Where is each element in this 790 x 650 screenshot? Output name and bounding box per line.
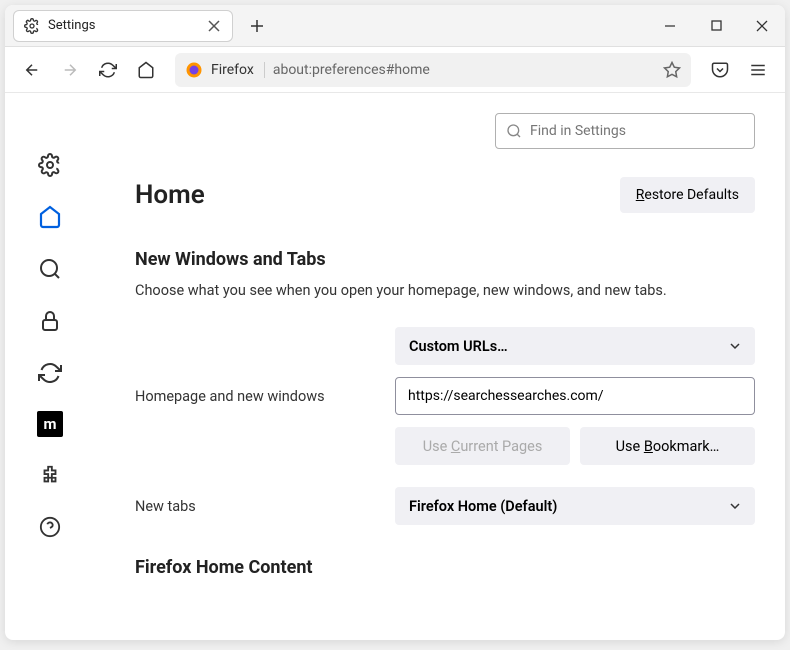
chevron-down-icon (729, 500, 741, 512)
newtabs-select[interactable]: Firefox Home (Default) (395, 487, 755, 525)
homepage-label: Homepage and new windows (135, 388, 395, 405)
urlbar-brand: Firefox (211, 62, 265, 78)
sidebar-home[interactable] (36, 203, 64, 231)
restore-defaults-button[interactable]: Restore Defaults (620, 177, 755, 213)
select-value: Firefox Home (Default) (409, 498, 557, 515)
section-desc: Choose what you see when you open your h… (135, 282, 755, 299)
homepage-url-input[interactable] (395, 377, 755, 415)
sidebar-privacy[interactable] (36, 307, 64, 335)
close-window-button[interactable] (739, 5, 785, 47)
sidebar-help[interactable] (36, 513, 64, 541)
search-icon (506, 123, 522, 139)
sidebar: m (5, 93, 95, 640)
tab-label: Settings (48, 18, 198, 33)
homepage-mode-select[interactable]: Custom URLs… (395, 327, 755, 365)
minimize-button[interactable] (647, 5, 693, 47)
urlbar-url: about:preferences#home (273, 62, 655, 78)
sidebar-search[interactable] (36, 255, 64, 283)
titlebar: Settings (5, 5, 785, 47)
use-current-pages-button: Use Current Pages (395, 427, 570, 465)
newtabs-label: New tabs (135, 498, 395, 515)
new-tab-button[interactable] (241, 10, 273, 42)
sidebar-general[interactable] (36, 151, 64, 179)
home-button[interactable] (129, 53, 163, 87)
gear-icon (24, 18, 40, 34)
sidebar-more[interactable]: m (37, 411, 63, 437)
main-content: Home Restore Defaults New Windows and Ta… (95, 93, 785, 640)
section-title-windows-tabs: New Windows and Tabs (135, 249, 755, 270)
url-bar[interactable]: Firefox about:preferences#home (175, 53, 691, 87)
sidebar-extensions[interactable] (36, 461, 64, 489)
search-input[interactable] (530, 123, 744, 139)
pocket-button[interactable] (703, 53, 737, 87)
sidebar-sync[interactable] (36, 359, 64, 387)
section-title-home-content: Firefox Home Content (135, 557, 755, 578)
back-button[interactable] (15, 53, 49, 87)
menu-button[interactable] (741, 53, 775, 87)
forward-button (53, 53, 87, 87)
browser-tab[interactable]: Settings (13, 10, 233, 42)
close-icon[interactable] (206, 18, 222, 34)
search-settings[interactable] (495, 113, 755, 149)
toolbar: Firefox about:preferences#home (5, 47, 785, 93)
page-title: Home (135, 180, 205, 210)
chevron-down-icon (729, 340, 741, 352)
use-bookmark-button[interactable]: Use Bookmark… (580, 427, 755, 465)
bookmark-star-icon[interactable] (663, 61, 681, 79)
reload-button[interactable] (91, 53, 125, 87)
select-value: Custom URLs… (409, 338, 508, 355)
maximize-button[interactable] (693, 5, 739, 47)
firefox-icon (185, 61, 203, 79)
